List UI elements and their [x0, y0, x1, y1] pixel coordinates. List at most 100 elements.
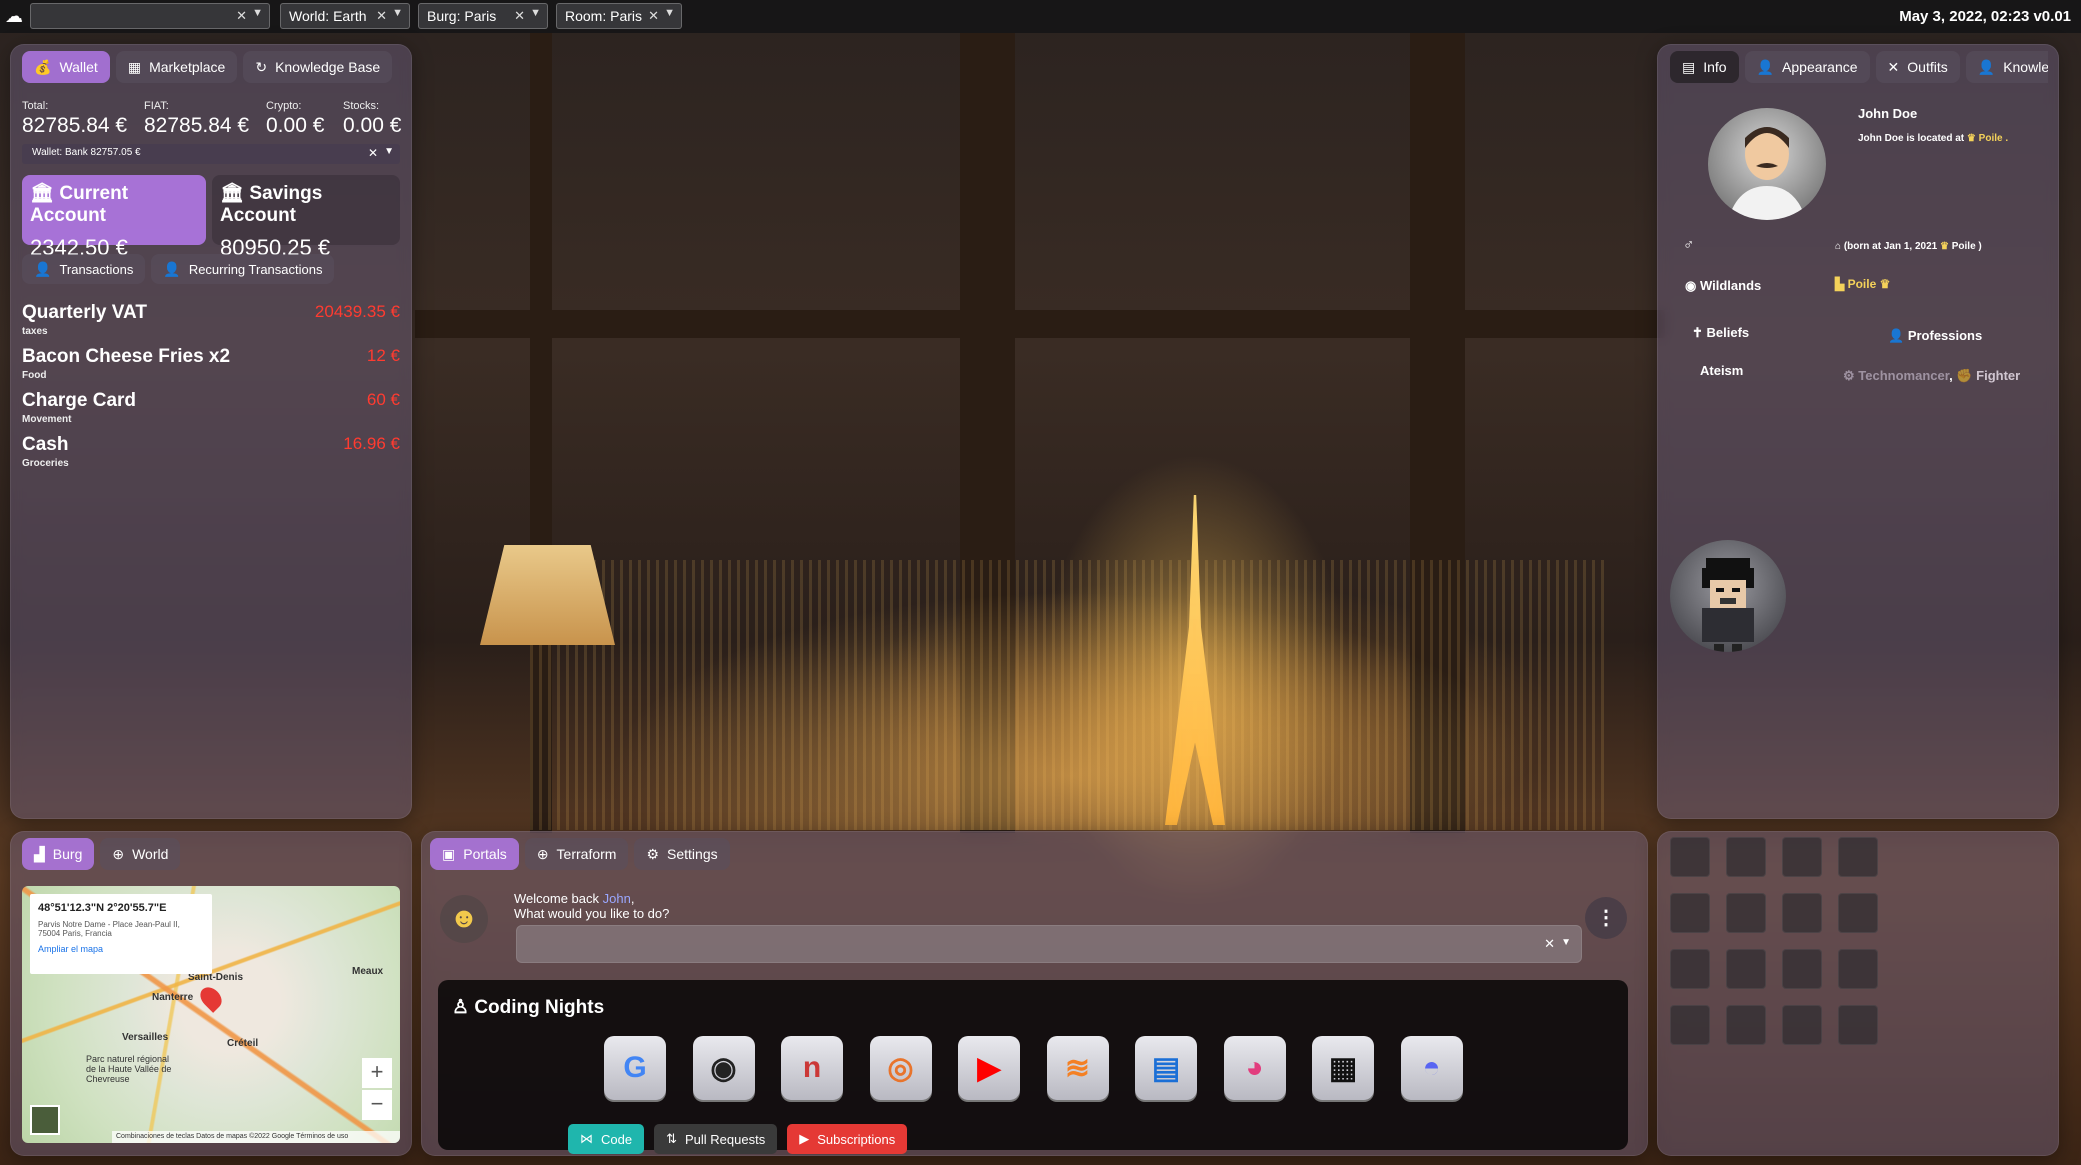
inventory-slot[interactable]	[1838, 1005, 1878, 1045]
tab-knowledge-base[interactable]: ↻ Knowledge Base	[243, 51, 393, 83]
inventory-slot[interactable]	[1670, 837, 1710, 877]
tab-outfits[interactable]: ✕ Outfits	[1875, 51, 1960, 83]
clear-icon[interactable]: ✕	[1544, 936, 1555, 952]
map-footer: Combinaciones de teclas Datos de mapas ©…	[112, 1131, 400, 1143]
tab-marketplace[interactable]: ▦ Marketplace	[115, 51, 238, 83]
tab-world[interactable]: ⊕ World	[100, 838, 181, 870]
account-card-current[interactable]: 🏛 Current Account 2342.50 €	[22, 175, 206, 260]
transaction-row[interactable]: Charge Card Movement 60 €	[22, 390, 400, 425]
palette-app-button[interactable]: ◕	[1223, 1036, 1286, 1100]
user-icon: 👤	[34, 260, 52, 277]
inventory-slot[interactable]	[1670, 1005, 1710, 1045]
globe-icon: ⊕	[536, 845, 549, 862]
inventory-slot[interactable]	[1726, 1005, 1766, 1045]
satellite-toggle[interactable]	[30, 1105, 60, 1135]
chip-label: Subscriptions	[817, 1131, 896, 1147]
welcome-prefix: Welcome back	[514, 891, 600, 906]
stat-value: 82785.84 €	[22, 114, 128, 137]
inventory-slot[interactable]	[1726, 837, 1766, 877]
main-select[interactable]: ✕ ▼	[30, 3, 270, 29]
command-input[interactable]	[517, 926, 1581, 962]
clear-icon[interactable]: ✕	[236, 8, 247, 24]
tab-portals[interactable]: ▣ Portals	[430, 838, 519, 870]
burg-select[interactable]: Burg: Paris ✕ ▼	[418, 3, 548, 29]
map-enlarge-link[interactable]: Ampliar el mapa	[38, 944, 204, 954]
npm-app-button[interactable]: n	[781, 1036, 843, 1100]
clear-icon[interactable]: ✕	[376, 8, 387, 24]
chevron-down-icon[interactable]: ▼	[384, 146, 394, 157]
tab-recurring-transactions[interactable]: 👤 Recurring Transactions	[151, 254, 335, 284]
devto-icon: ▦	[1328, 1051, 1358, 1085]
location-pin-icon[interactable]	[196, 983, 226, 1013]
devto-app-button[interactable]: ▦	[1312, 1036, 1374, 1100]
pixel-avatar[interactable]	[1670, 540, 1786, 652]
account-card-savings[interactable]: 🏛 Savings Account 80950.25 €	[212, 175, 400, 260]
avatar[interactable]	[1708, 108, 1826, 220]
character-location: John Doe is located at ♛ Poile .	[1858, 133, 2008, 144]
inventory-slot[interactable]	[1782, 893, 1822, 933]
stat-label: FIAT:	[144, 100, 169, 112]
chip-subscriptions[interactable]: ▶ Subscriptions	[787, 1124, 908, 1154]
world-select[interactable]: World: Earth ✕ ▼	[280, 3, 410, 29]
chevron-down-icon[interactable]: ▼	[530, 7, 541, 19]
tab-appearance[interactable]: 👤 Appearance	[1744, 51, 1870, 83]
tab-wallet[interactable]: 💰 Wallet	[22, 51, 110, 83]
tab-info[interactable]: ▤ Info	[1670, 51, 1739, 83]
youtube-app-button[interactable]: ▶	[958, 1036, 1020, 1100]
news-app-button[interactable]: ▤	[1135, 1036, 1197, 1100]
inventory-slot[interactable]	[1726, 949, 1766, 989]
transaction-category: Groceries	[22, 458, 69, 469]
tab-burg[interactable]: ▟ Burg	[22, 838, 95, 870]
inventory-slot[interactable]	[1838, 837, 1878, 877]
transaction-row[interactable]: Cash Groceries 16.96 €	[22, 434, 400, 469]
map-info-card: 48°51'12.3"N 2°20'55.7"E Parvis Notre Da…	[30, 894, 212, 974]
map-view[interactable]: Saint-Denis Nanterre Versailles Créteil …	[22, 886, 400, 1143]
chevron-down-icon[interactable]: ▼	[1561, 937, 1571, 948]
city-lights	[530, 560, 1610, 830]
chip-code[interactable]: ⋈ Code	[568, 1124, 645, 1154]
inventory-slot[interactable]	[1726, 893, 1766, 933]
character-region: ◉ Wildlands	[1685, 278, 1761, 294]
inventory-slot[interactable]	[1838, 893, 1878, 933]
tab-settings[interactable]: ⚙ Settings	[634, 838, 730, 870]
portal-icon: ▣	[442, 845, 456, 862]
clear-icon[interactable]: ✕	[514, 8, 525, 24]
app-logo-icon[interactable]: ☁	[5, 6, 23, 27]
region-place[interactable]: Poile	[1848, 277, 1877, 291]
birth-place: Poile )	[1951, 241, 1982, 252]
transaction-row[interactable]: Bacon Cheese Fries x2 Food 12 €	[22, 346, 400, 381]
stat-value: 0.00 €	[343, 114, 402, 137]
inventory-slot[interactable]	[1670, 893, 1710, 933]
tab-terraform[interactable]: ⊕ Terraform	[524, 838, 629, 870]
location-link[interactable]: Poile .	[1979, 133, 2008, 144]
tab-knowledge[interactable]: 👤 Knowledg	[1965, 51, 2048, 83]
chevron-down-icon[interactable]: ▼	[392, 7, 403, 19]
chevron-down-icon[interactable]: ▼	[252, 7, 263, 19]
tab-transactions[interactable]: 👤 Transactions	[22, 254, 146, 284]
more-options-button[interactable]: ⋮	[1585, 897, 1627, 939]
podcast-app-button[interactable]: ◎	[869, 1036, 932, 1100]
clear-icon[interactable]: ✕	[368, 146, 378, 160]
wallet-select[interactable]: Wallet: Bank 82757.05 € ✕ ▼	[22, 144, 400, 164]
github-app-button[interactable]: ◉	[692, 1036, 755, 1100]
male-icon: ♂	[1683, 236, 1695, 253]
chip-pull-requests[interactable]: ⇅ Pull Requests	[654, 1124, 778, 1154]
professions-label: Professions	[1907, 328, 1983, 343]
zoom-out-button[interactable]: −	[362, 1090, 392, 1120]
inventory-slot[interactable]	[1670, 949, 1710, 989]
inventory-slot[interactable]	[1838, 949, 1878, 989]
inventory-slot[interactable]	[1782, 1005, 1822, 1045]
transaction-row[interactable]: Quarterly VAT taxes 20439.35 €	[22, 302, 400, 337]
discord-app-button[interactable]: ◓	[1400, 1036, 1463, 1100]
room-select[interactable]: Room: Paris ✕ ▼	[556, 3, 682, 29]
clear-icon[interactable]: ✕	[648, 8, 659, 24]
google-app-button[interactable]: G	[604, 1036, 666, 1100]
chevron-down-icon[interactable]: ▼	[664, 7, 675, 19]
zoom-in-button[interactable]: +	[362, 1058, 392, 1088]
stackoverflow-app-button[interactable]: ≋	[1046, 1036, 1109, 1100]
inventory-slot[interactable]	[1782, 837, 1822, 877]
user-icon: 👤	[163, 260, 181, 277]
command-field[interactable]: ✕ ▼	[516, 925, 1582, 963]
inventory-slot[interactable]	[1782, 949, 1822, 989]
transaction-category: taxes	[22, 326, 48, 337]
